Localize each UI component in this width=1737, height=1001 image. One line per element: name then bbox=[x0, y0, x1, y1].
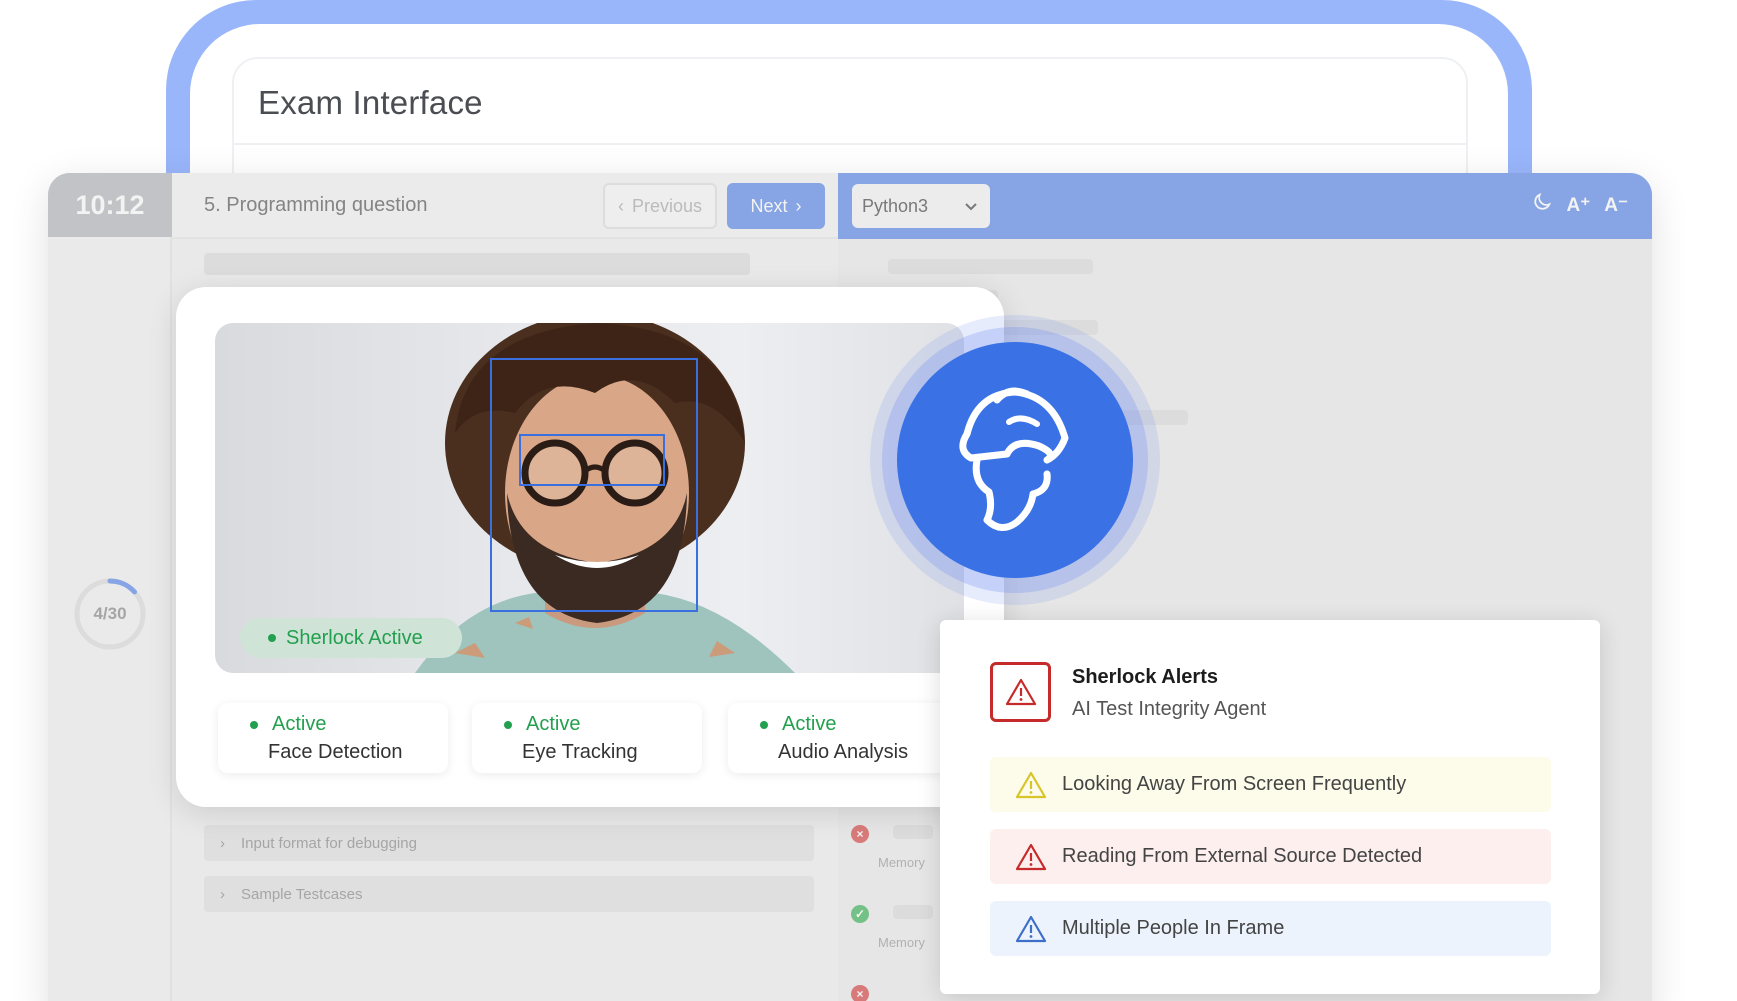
chevron-right-icon: › bbox=[795, 195, 802, 216]
editor-tools: A⁺ A⁻ bbox=[1531, 191, 1628, 219]
alert-text: Reading From External Source Detected bbox=[1062, 845, 1423, 867]
face-detection-stat: Active Face Detection bbox=[218, 703, 448, 773]
previous-label: Previous bbox=[631, 195, 703, 216]
alert-item-multiple-people[interactable]: Multiple People In Frame bbox=[990, 901, 1551, 956]
alerts-subtitle: AI Test Integrity Agent bbox=[1072, 698, 1267, 720]
alert-item-external-source[interactable]: Reading From External Source Detected bbox=[990, 829, 1551, 884]
language-value: Python3 bbox=[862, 195, 929, 216]
chevron-down-icon bbox=[964, 196, 978, 217]
result-placeholder bbox=[893, 825, 933, 839]
danger-icon bbox=[1015, 843, 1047, 870]
memory-label: Memory bbox=[878, 855, 925, 870]
pass-icon: ✓ bbox=[851, 905, 869, 923]
font-increase-button[interactable]: A⁺ bbox=[1567, 194, 1591, 217]
sherlock-active-label: Sherlock Active bbox=[286, 626, 423, 649]
status-dot-icon bbox=[504, 720, 512, 729]
stat-status: Active bbox=[526, 713, 581, 735]
sherlock-logo bbox=[897, 342, 1133, 578]
sherlock-active-badge: Sherlock Active bbox=[240, 618, 462, 658]
question-title: 5. Programming question bbox=[204, 194, 428, 216]
stage: Exam Interface 10:12 5. Programming ques… bbox=[0, 0, 1737, 1001]
chevron-left-icon: ‹ bbox=[617, 195, 624, 216]
warning-icon bbox=[1015, 771, 1047, 798]
info-warning-icon bbox=[1015, 915, 1047, 942]
result-placeholder bbox=[893, 905, 933, 919]
next-label: Next bbox=[750, 195, 788, 216]
memory-label: Memory bbox=[878, 935, 925, 950]
fail-icon: × bbox=[851, 985, 869, 1001]
next-button[interactable]: Next › bbox=[727, 183, 825, 229]
alert-text: Looking Away From Screen Frequently bbox=[1062, 773, 1407, 795]
stat-status: Active bbox=[272, 713, 327, 735]
accordion-label: Sample Testcases bbox=[241, 885, 363, 903]
accordion-input-format[interactable]: › Input format for debugging bbox=[204, 825, 814, 861]
audio-analysis-stat: Active Audio Analysis bbox=[728, 703, 958, 773]
timer: 10:12 bbox=[48, 173, 172, 237]
exam-interface-title: Exam Interface bbox=[258, 84, 483, 121]
chevron-right-icon: › bbox=[220, 834, 225, 852]
language-select[interactable]: Python3 bbox=[852, 184, 990, 228]
alerts-title: Sherlock Alerts bbox=[1072, 666, 1218, 688]
fail-icon: × bbox=[851, 825, 869, 843]
accordion-label: Input format for debugging bbox=[241, 834, 417, 852]
chevron-right-icon: › bbox=[220, 885, 225, 903]
dark-mode-icon[interactable] bbox=[1531, 191, 1553, 219]
alert-text: Multiple People In Frame bbox=[1062, 917, 1285, 939]
status-dot-icon bbox=[250, 720, 258, 729]
font-decrease-button[interactable]: A⁻ bbox=[1604, 194, 1628, 217]
question-text-placeholder bbox=[204, 253, 750, 275]
detective-head-icon bbox=[959, 387, 1069, 531]
accordion-sample-testcases[interactable]: › Sample Testcases bbox=[204, 876, 814, 912]
stat-name: Eye Tracking bbox=[522, 741, 638, 763]
previous-button[interactable]: ‹ Previous bbox=[603, 183, 717, 229]
alert-warning-icon bbox=[990, 662, 1051, 722]
code-line-placeholder bbox=[888, 259, 1093, 274]
status-dot-icon bbox=[760, 720, 768, 729]
status-dot-icon bbox=[268, 634, 276, 642]
eye-tracking-stat: Active Eye Tracking bbox=[472, 703, 702, 773]
divider bbox=[232, 143, 1468, 145]
stat-name: Audio Analysis bbox=[778, 741, 909, 763]
alert-item-looking-away[interactable]: Looking Away From Screen Frequently bbox=[990, 757, 1551, 812]
stat-name: Face Detection bbox=[268, 741, 403, 763]
stat-status: Active bbox=[782, 713, 837, 735]
progress-label: 4/30 bbox=[93, 604, 127, 623]
